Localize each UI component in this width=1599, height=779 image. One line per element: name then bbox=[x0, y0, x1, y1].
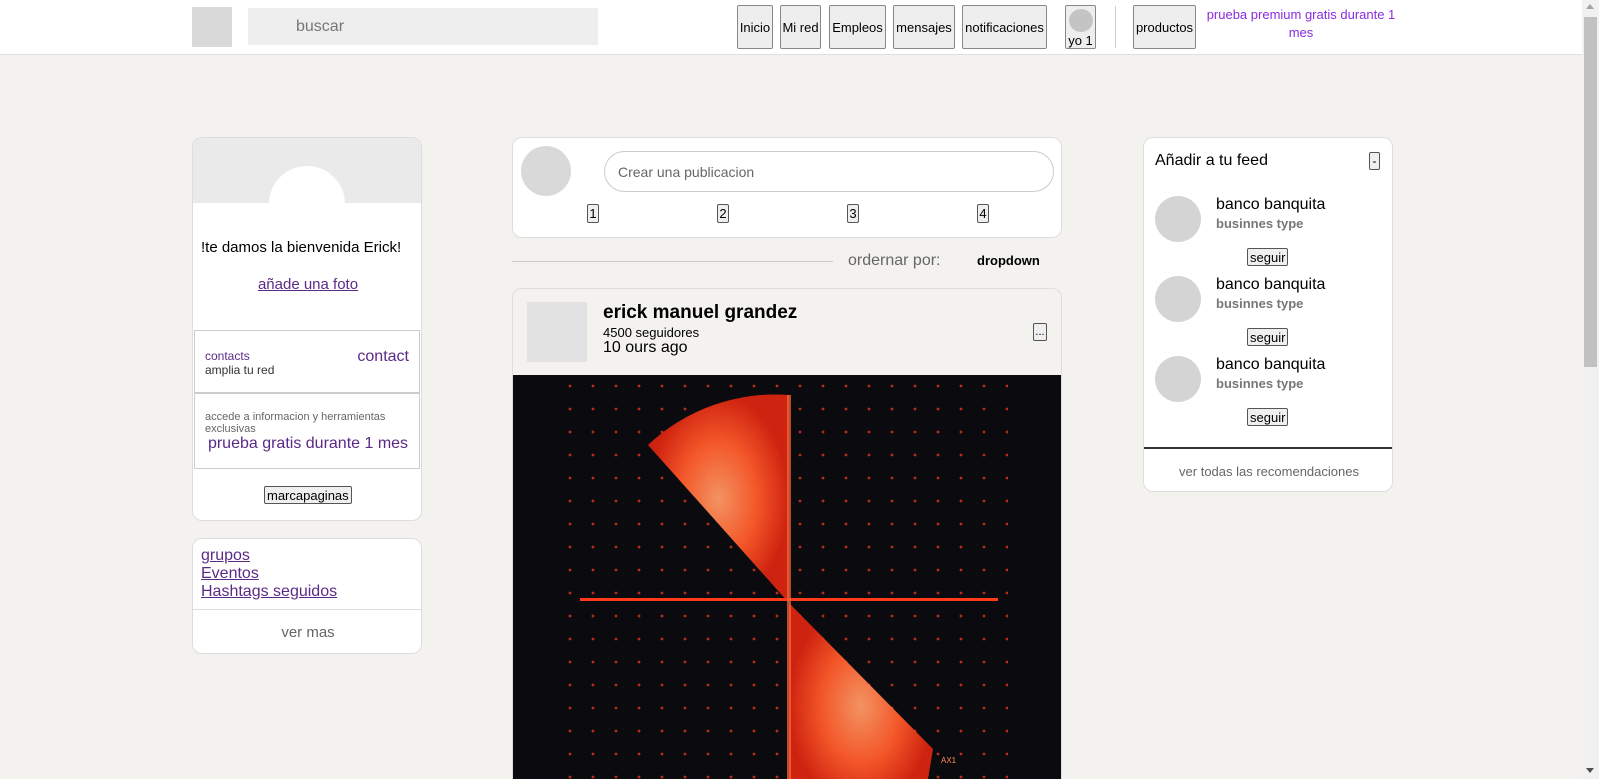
recommendation-avatar[interactable] bbox=[1155, 196, 1201, 242]
feed-post: erick manuel grandez 4500 seguidores 10 … bbox=[512, 288, 1062, 779]
feed-divider bbox=[1144, 447, 1392, 449]
post-author-followers: 4500 seguidores bbox=[603, 325, 700, 340]
recommendation-name[interactable]: banco banquita bbox=[1216, 276, 1325, 294]
post-timestamp: 10 ours ago bbox=[603, 339, 688, 356]
recommendation-type: businnes type bbox=[1216, 296, 1304, 311]
add-photo-link[interactable]: añade una foto bbox=[193, 276, 421, 293]
create-post-avatar bbox=[521, 146, 571, 196]
contacts-section[interactable]: contacts amplia tu red contact bbox=[194, 330, 420, 393]
scroll-up-icon[interactable] bbox=[1586, 4, 1594, 9]
view-all-recommendations-link[interactable]: ver todas las recomendaciones bbox=[1144, 464, 1392, 479]
nav-notificaciones-button[interactable]: notificaciones bbox=[962, 5, 1047, 49]
contact-link[interactable]: contact bbox=[357, 348, 409, 366]
recommendation-name[interactable]: banco banquita bbox=[1216, 356, 1325, 374]
recommendation-item: banco banquita businnes type seguir bbox=[1144, 356, 1392, 436]
follow-button[interactable]: seguir bbox=[1247, 328, 1289, 346]
welcome-message: !te damos la bienvenida Erick! bbox=[201, 239, 402, 256]
create-post-option-3[interactable]: 3 bbox=[847, 204, 859, 223]
search-input[interactable] bbox=[248, 8, 598, 45]
promo-trial-link[interactable]: prueba gratis durante 1 mes bbox=[195, 435, 421, 453]
nav-divider bbox=[1115, 6, 1116, 48]
feed-card-title: Añadir a tu feed bbox=[1155, 152, 1268, 169]
logo[interactable] bbox=[192, 7, 232, 47]
post-image-graphic: AX1 bbox=[513, 375, 1061, 779]
recommendation-name[interactable]: banco banquita bbox=[1216, 196, 1325, 214]
me-label: yo 1 bbox=[1068, 33, 1093, 48]
follow-button[interactable]: seguir bbox=[1247, 248, 1289, 266]
events-link[interactable]: Eventos bbox=[201, 565, 259, 583]
recommendation-item: banco banquita businnes type seguir bbox=[1144, 276, 1392, 356]
feed-collapse-button[interactable]: - bbox=[1369, 152, 1380, 170]
contacts-subtitle: amplia tu red bbox=[205, 363, 275, 377]
nav-mi-red-button[interactable]: Mi red bbox=[780, 5, 821, 49]
groups-link[interactable]: grupos bbox=[201, 547, 250, 565]
profile-avatar[interactable] bbox=[269, 166, 345, 242]
scroll-thumb[interactable] bbox=[1584, 17, 1597, 367]
post-author-avatar[interactable] bbox=[527, 302, 587, 362]
groups-divider bbox=[193, 609, 421, 610]
contacts-label: contacts bbox=[205, 349, 250, 363]
page-scrollbar[interactable] bbox=[1582, 0, 1599, 779]
create-post-option-2[interactable]: 2 bbox=[717, 204, 729, 223]
top-navigation-bar: Inicio Mi red Empleos mensajes notificac… bbox=[0, 0, 1582, 55]
sort-dropdown[interactable]: dropdown bbox=[977, 253, 1040, 268]
recommendation-type: businnes type bbox=[1216, 216, 1304, 231]
scroll-down-icon[interactable] bbox=[1586, 768, 1594, 773]
premium-promo-section[interactable]: accede a informacion y herramientas excl… bbox=[194, 393, 420, 469]
post-image-mark: AX1 bbox=[941, 756, 957, 765]
bookmarks-button[interactable]: marcapaginas bbox=[264, 486, 352, 504]
post-header: erick manuel grandez 4500 seguidores 10 … bbox=[513, 289, 1061, 375]
recommendation-avatar[interactable] bbox=[1155, 276, 1201, 322]
recommendation-avatar[interactable] bbox=[1155, 356, 1201, 402]
create-post-input[interactable] bbox=[604, 151, 1054, 192]
sort-label: ordernar por: bbox=[848, 252, 941, 269]
see-more-link[interactable]: ver mas bbox=[193, 624, 421, 641]
create-post-option-1[interactable]: 1 bbox=[587, 204, 599, 223]
post-image[interactable]: AX1 bbox=[513, 375, 1061, 779]
promo-description: accede a informacion y herramientas excl… bbox=[205, 411, 386, 435]
create-post-option-4[interactable]: 4 bbox=[977, 204, 989, 223]
recommendation-type: businnes type bbox=[1216, 376, 1304, 391]
recommendation-item: banco banquita businnes type seguir bbox=[1144, 196, 1392, 276]
premium-trial-link[interactable]: prueba premium gratis durante 1 mes bbox=[1203, 6, 1399, 42]
sort-divider bbox=[512, 261, 833, 262]
post-more-options-button[interactable]: ... bbox=[1033, 323, 1047, 341]
create-post-card: 1 2 3 4 bbox=[512, 137, 1062, 238]
groups-card: grupos Eventos Hashtags seguidos ver mas bbox=[192, 538, 422, 654]
nav-me-button[interactable]: yo 1 bbox=[1065, 5, 1096, 49]
add-to-feed-card: Añadir a tu feed - banco banquita businn… bbox=[1143, 137, 1393, 492]
me-avatar bbox=[1068, 9, 1093, 32]
nav-mensajes-button[interactable]: mensajes bbox=[893, 5, 955, 49]
follow-button[interactable]: seguir bbox=[1247, 408, 1289, 426]
followed-hashtags-link[interactable]: Hashtags seguidos bbox=[201, 583, 337, 601]
post-author-name[interactable]: erick manuel grandez bbox=[603, 302, 797, 324]
profile-banner bbox=[193, 138, 421, 242]
nav-empleos-button[interactable]: Empleos bbox=[829, 5, 886, 49]
profile-card: !te damos la bienvenida Erick! añade una… bbox=[192, 137, 422, 521]
nav-productos-button[interactable]: productos bbox=[1133, 5, 1196, 49]
nav-inicio-button[interactable]: Inicio bbox=[737, 5, 773, 49]
